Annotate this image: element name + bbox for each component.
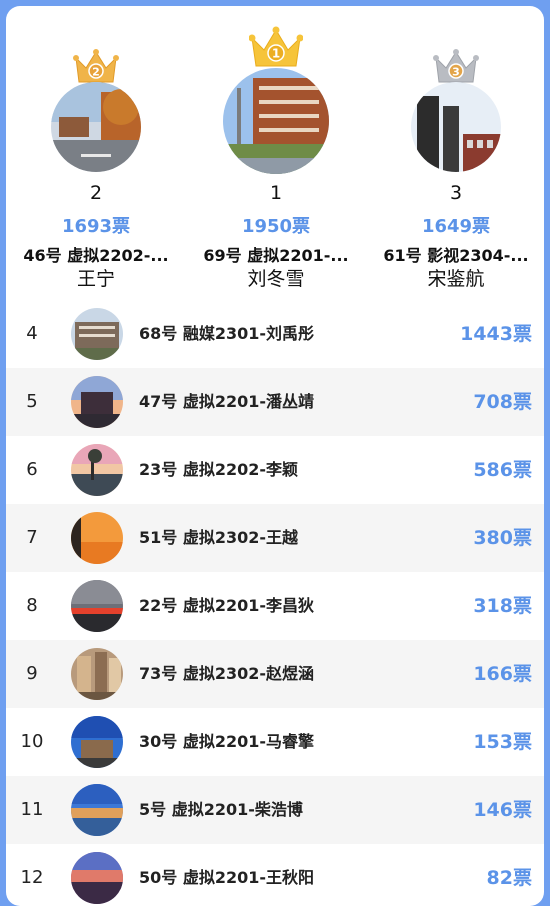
vote-count: 1950票 (241, 216, 311, 237)
candidate-info: 23号 虚拟2202-李颖 (139, 460, 299, 479)
avatar (71, 648, 123, 700)
vote-count: 586票 (473, 459, 532, 481)
list-item[interactable]: 10 30号 虚拟2201-马睿擎 153票 (6, 708, 544, 776)
vote-count: 380票 (473, 527, 532, 549)
rank-number: 6 (26, 459, 38, 480)
avatar (51, 82, 141, 172)
ranking-list: 4 68号 融媒2301-刘禹彤 1443票 5 47号 虚拟2201-潘丛靖 … (6, 300, 544, 906)
crown-badge: 1 (272, 47, 280, 61)
crown-badge: 3 (452, 66, 460, 79)
rank-number: 10 (20, 731, 44, 752)
rank-number: 12 (20, 867, 44, 888)
avatar (71, 784, 123, 836)
list-item[interactable]: 5 47号 虚拟2201-潘丛靖 708票 (6, 368, 544, 436)
ranking-card: 2 2 1693票 46号 虚拟2202-... 王宁 1 1 1950票 69… (6, 6, 544, 906)
candidate-name: 宋鉴航 (427, 268, 485, 290)
candidate-info: 61号 影视2304-... (383, 246, 529, 265)
vote-count: 1443票 (460, 323, 532, 345)
candidate-name: 刘冬雪 (247, 268, 305, 290)
list-item[interactable]: 12 50号 虚拟2201-王秋阳 82票 (6, 844, 544, 906)
avatar (71, 512, 123, 564)
crown-icon: 2 (73, 46, 119, 86)
rank-number: 2 (89, 182, 103, 204)
podium: 2 2 1693票 46号 虚拟2202-... 王宁 1 1 1950票 69… (6, 6, 544, 302)
vote-count: 1693票 (61, 216, 131, 237)
list-item[interactable]: 9 73号 虚拟2302-赵煜涵 166票 (6, 640, 544, 708)
candidate-info: 50号 虚拟2201-王秋阳 (139, 868, 315, 887)
podium-first[interactable]: 1 1 1950票 69号 虚拟2201-... 刘冬雪 (186, 6, 366, 302)
avatar (71, 580, 123, 632)
avatar (71, 444, 123, 496)
candidate-info: 51号 虚拟2302-王越 (139, 528, 299, 547)
list-item[interactable]: 8 22号 虚拟2201-李昌狄 318票 (6, 572, 544, 640)
rank-number: 7 (26, 527, 38, 548)
podium-second[interactable]: 2 2 1693票 46号 虚拟2202-... 王宁 (6, 6, 186, 302)
list-item[interactable]: 6 23号 虚拟2202-李颖 586票 (6, 436, 544, 504)
vote-count: 1649票 (421, 216, 491, 237)
rank-number: 8 (26, 595, 38, 616)
candidate-info: 73号 虚拟2302-赵煜涵 (139, 664, 315, 683)
list-item[interactable]: 4 68号 融媒2301-刘禹彤 1443票 (6, 300, 544, 368)
vote-count: 318票 (473, 595, 532, 617)
vote-count: 166票 (473, 663, 532, 685)
rank-number: 4 (26, 323, 38, 344)
rank-number: 3 (449, 182, 463, 204)
crown-icon: 3 (433, 46, 479, 86)
list-item[interactable]: 7 51号 虚拟2302-王越 380票 (6, 504, 544, 572)
vote-count: 153票 (473, 731, 532, 753)
candidate-name: 王宁 (76, 268, 115, 290)
avatar (71, 852, 123, 904)
podium-third[interactable]: 3 3 1649票 61号 影视2304-... 宋鉴航 (366, 6, 544, 302)
avatar (71, 376, 123, 428)
list-item[interactable]: 11 5号 虚拟2201-柴浩博 146票 (6, 776, 544, 844)
candidate-info: 46号 虚拟2202-... (23, 246, 169, 265)
candidate-info: 22号 虚拟2201-李昌狄 (139, 596, 315, 615)
vote-count: 146票 (473, 799, 532, 821)
rank-number: 5 (26, 391, 38, 412)
vote-count: 708票 (473, 391, 532, 413)
vote-count: 82票 (486, 867, 532, 889)
avatar (71, 308, 123, 360)
candidate-info: 69号 虚拟2201-... (203, 246, 349, 265)
candidate-info: 68号 融媒2301-刘禹彤 (139, 324, 315, 343)
avatar (411, 82, 501, 172)
candidate-info: 5号 虚拟2201-柴浩博 (139, 800, 303, 819)
rank-number: 1 (269, 182, 283, 204)
avatar (71, 716, 123, 768)
candidate-info: 30号 虚拟2201-马睿擎 (139, 732, 315, 751)
avatar (223, 68, 329, 174)
crown-icon: 1 (249, 24, 303, 70)
candidate-info: 47号 虚拟2201-潘丛靖 (139, 392, 315, 411)
rank-number: 9 (26, 663, 38, 684)
rank-number: 11 (20, 799, 44, 820)
crown-badge: 2 (92, 66, 100, 79)
